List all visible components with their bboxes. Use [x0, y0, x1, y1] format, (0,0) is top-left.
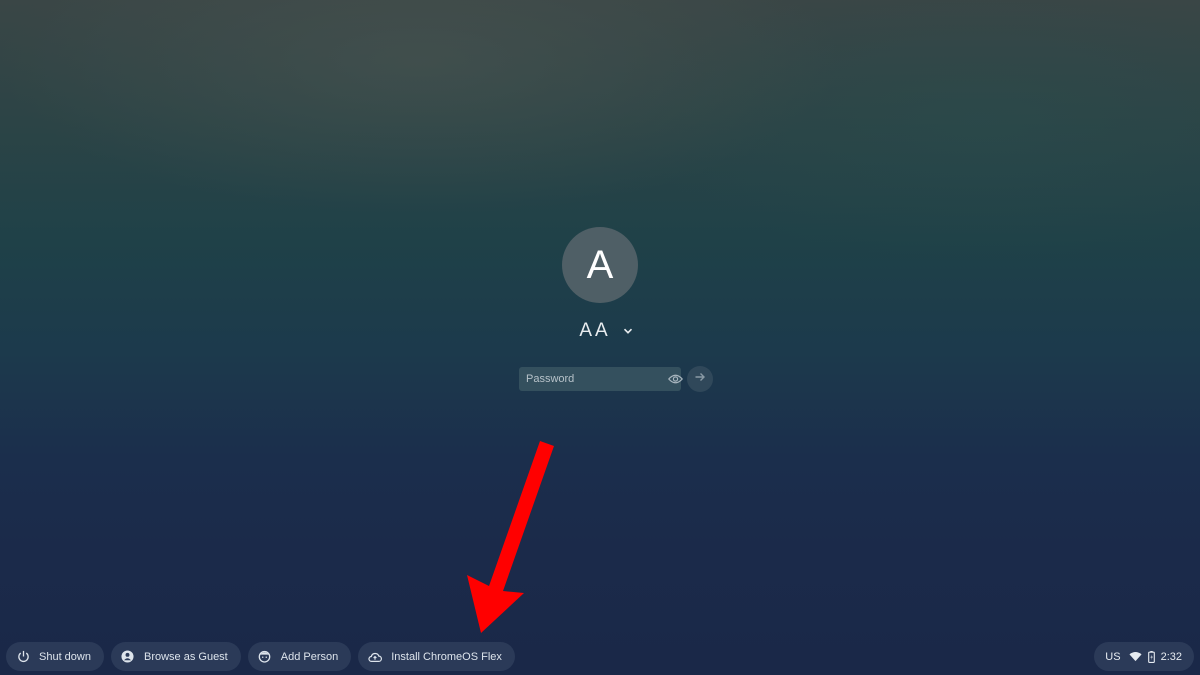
browse-as-guest-label: Browse as Guest: [143, 650, 228, 663]
status-tray[interactable]: US 2:32: [1094, 642, 1194, 671]
username-label: AA: [579, 320, 611, 341]
keyboard-layout-indicator: US: [1105, 650, 1121, 663]
shut-down-label: Shut down: [39, 650, 91, 663]
chevron-down-icon[interactable]: [621, 324, 635, 338]
cloud-upload-icon: [368, 650, 383, 664]
add-person-icon: [258, 650, 272, 664]
add-person-label: Add Person: [280, 650, 339, 663]
arrow-right-icon: [694, 370, 706, 388]
add-person-button[interactable]: Add Person: [247, 642, 352, 671]
power-icon: [16, 650, 30, 664]
password-field: [519, 367, 683, 391]
battery-icon: [1147, 650, 1155, 663]
submit-arrow-button[interactable]: [687, 366, 713, 392]
password-input[interactable]: [519, 367, 668, 391]
install-chromeos-flex-button[interactable]: Install ChromeOS Flex: [358, 642, 515, 671]
avatar-initial: A: [586, 242, 614, 287]
user-avatar[interactable]: A: [562, 227, 638, 303]
login-screen: A AA Shut down Browse as Guest Add Perso…: [0, 0, 1200, 675]
wifi-icon: [1129, 651, 1142, 662]
user-selector[interactable]: AA: [0, 320, 1200, 342]
login-shelf: Shut down Browse as Guest Add Person Ins…: [6, 642, 515, 671]
guest-icon: [121, 650, 135, 664]
clock-time: 2:32: [1160, 650, 1182, 663]
install-chromeos-flex-label: Install ChromeOS Flex: [391, 650, 502, 663]
arrow-shaft-and-head: [467, 441, 554, 633]
browse-as-guest-button[interactable]: Browse as Guest: [110, 642, 241, 671]
shut-down-button[interactable]: Shut down: [6, 642, 104, 671]
show-password-eye-icon[interactable]: [668, 371, 683, 387]
